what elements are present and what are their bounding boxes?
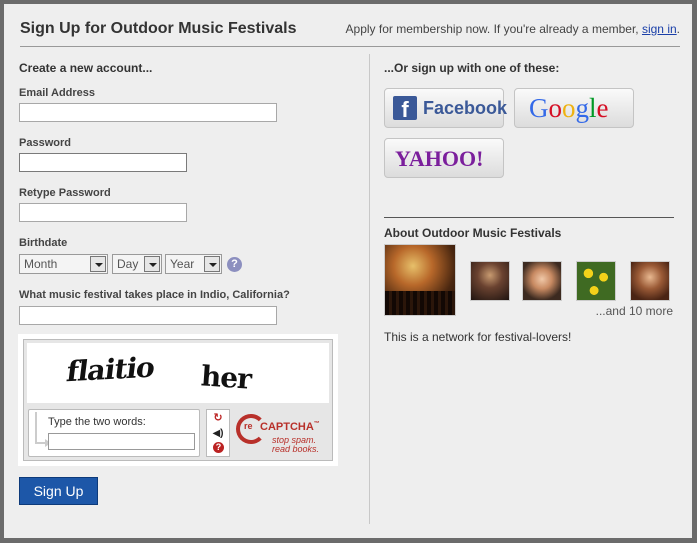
password-field[interactable] bbox=[19, 153, 187, 172]
birthdate-label: Birthdate bbox=[19, 237, 68, 249]
google-letter: e bbox=[596, 93, 609, 123]
help-icon[interactable]: ? bbox=[227, 257, 242, 272]
about-heading: About Outdoor Music Festivals bbox=[384, 226, 562, 240]
security-answer-field[interactable] bbox=[19, 306, 277, 325]
member-photo-guitarist[interactable] bbox=[470, 261, 510, 301]
about-divider bbox=[384, 217, 674, 218]
captcha-word-1: flaitio bbox=[64, 350, 157, 389]
recaptcha-tagline-2: read books. bbox=[272, 444, 320, 454]
about-description: This is a network for festival-lovers! bbox=[384, 330, 572, 344]
yahoo-label: YAHOO! bbox=[395, 146, 484, 171]
recaptcha-widget: flaitio her Type the two words: ↻ ◀) ? r… bbox=[18, 334, 338, 466]
captcha-controls: ↻ ◀) ? bbox=[206, 409, 230, 457]
page-title: Sign Up for Outdoor Music Festivals bbox=[20, 20, 297, 37]
password-label: Password bbox=[19, 137, 71, 149]
crowd-silhouette bbox=[385, 291, 455, 315]
sign-in-link[interactable]: sign in bbox=[642, 22, 677, 36]
google-wordmark: Google bbox=[529, 93, 609, 123]
sign-up-button[interactable]: Sign Up bbox=[19, 477, 98, 505]
email-label: Email Address bbox=[19, 87, 96, 99]
recaptcha-re: re bbox=[244, 421, 253, 431]
retype-password-field[interactable] bbox=[19, 203, 187, 222]
recaptcha-brand: CAPTCHA™ bbox=[260, 421, 320, 433]
birth-month-select[interactable]: Month bbox=[19, 254, 108, 274]
google-label: Google bbox=[529, 93, 609, 124]
facebook-icon: f bbox=[393, 96, 417, 120]
google-letter: l bbox=[589, 93, 597, 123]
captcha-response-field[interactable] bbox=[48, 433, 195, 450]
google-letter: G bbox=[529, 93, 549, 123]
member-photo-woman[interactable] bbox=[522, 261, 562, 301]
month-value: Month bbox=[24, 257, 58, 271]
email-field[interactable] bbox=[19, 103, 277, 122]
recaptcha-tagline: stop spam. read books. bbox=[272, 436, 319, 454]
birth-year-select[interactable]: Year bbox=[165, 254, 222, 274]
day-value: Day bbox=[117, 257, 139, 271]
captcha-image: flaitio her bbox=[27, 343, 329, 403]
year-value: Year bbox=[170, 257, 195, 271]
column-divider bbox=[369, 54, 370, 524]
facebook-label: Facebook bbox=[423, 98, 508, 118]
google-letter: g bbox=[575, 93, 590, 123]
member-photo-portrait[interactable] bbox=[630, 261, 670, 301]
speaker-icon[interactable]: ◀) bbox=[211, 427, 225, 440]
recaptcha-panel: flaitio her Type the two words: ↻ ◀) ? r… bbox=[23, 339, 333, 461]
social-signup-heading: ...Or sign up with one of these: bbox=[384, 61, 560, 75]
signup-window: Sign Up for Outdoor Music Festivals Appl… bbox=[4, 4, 692, 538]
captcha-response-panel: Type the two words: bbox=[28, 409, 200, 457]
recaptcha-tm: ™ bbox=[313, 421, 320, 427]
facebook-button[interactable]: f Facebook bbox=[384, 88, 508, 128]
retype-password-label: Retype Password bbox=[19, 187, 111, 199]
chevron-down-icon bbox=[204, 256, 220, 272]
captcha-word-2: her bbox=[199, 359, 253, 396]
security-question-label: What music festival takes place in Indio… bbox=[19, 289, 290, 301]
more-members-link[interactable]: ...and 10 more bbox=[596, 304, 673, 318]
chevron-down-icon bbox=[144, 256, 160, 272]
apply-period: . bbox=[676, 22, 680, 36]
page-header: Sign Up for Outdoor Music Festivals Appl… bbox=[20, 20, 680, 47]
yahoo-button[interactable]: YAHOO! bbox=[384, 138, 504, 178]
member-photo-flowers[interactable] bbox=[576, 261, 616, 301]
google-button[interactable]: Google bbox=[514, 88, 634, 128]
captcha-instruction: Type the two words: bbox=[48, 416, 146, 428]
membership-prompt: Apply for membership now. If you're alre… bbox=[346, 22, 680, 36]
recaptcha-brand-text: CAPTCHA bbox=[260, 421, 314, 433]
create-account-heading: Create a new account... bbox=[19, 61, 153, 75]
google-letter: o bbox=[548, 93, 563, 123]
question-icon[interactable]: ? bbox=[213, 442, 224, 453]
recaptcha-logo: re CAPTCHA™ stop spam. read books. bbox=[236, 412, 331, 456]
featured-photo[interactable] bbox=[384, 244, 456, 316]
refresh-icon[interactable]: ↻ bbox=[211, 412, 225, 425]
google-letter: o bbox=[562, 93, 576, 123]
birth-day-select[interactable]: Day bbox=[112, 254, 162, 274]
chevron-down-icon bbox=[90, 256, 106, 272]
arrow-icon bbox=[35, 412, 51, 447]
apply-text: Apply for membership now. If you're alre… bbox=[345, 22, 639, 36]
